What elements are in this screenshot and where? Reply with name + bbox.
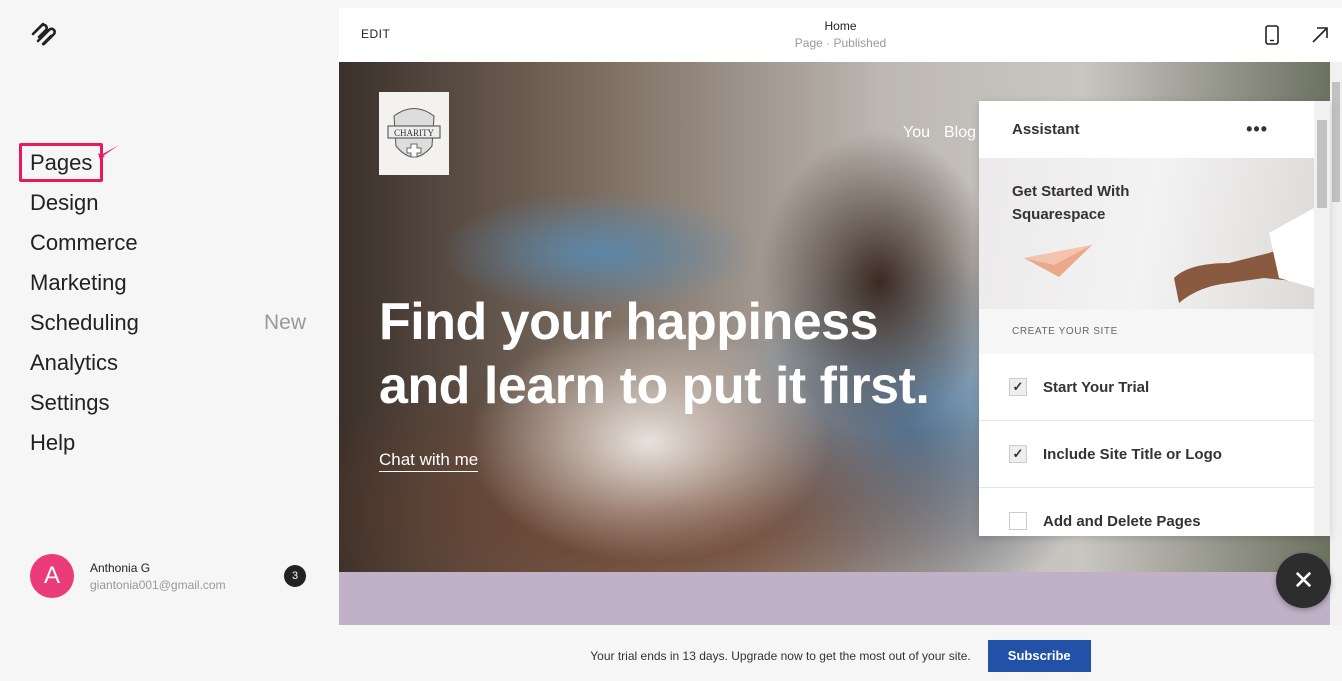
checkbox-unchecked[interactable] — [1009, 512, 1027, 530]
section-label: CREATE YOUR SITE — [979, 309, 1314, 354]
assistant-header: Assistant ••• — [979, 101, 1314, 158]
task-site-title[interactable]: ✓ Include Site Title or Logo — [979, 421, 1314, 488]
headline-line-1: Find your happiness — [379, 293, 879, 351]
checkbox-checked[interactable]: ✓ — [1009, 445, 1027, 463]
next-section — [339, 572, 1330, 625]
hero-headline: Find your happiness and learn to put it … — [379, 290, 930, 418]
nav-label: Scheduling — [30, 310, 139, 335]
sidebar-item-commerce[interactable]: Commerce — [30, 223, 306, 263]
sidebar-item-scheduling[interactable]: Scheduling New — [30, 303, 306, 343]
banner-title: Get Started With Squarespace — [1012, 183, 1130, 223]
get-started-banner[interactable]: Get Started With Squarespace — [979, 158, 1314, 309]
new-badge: New — [263, 311, 306, 334]
task-add-pages[interactable]: Add and Delete Pages — [979, 488, 1314, 536]
subscribe-button[interactable]: Subscribe — [987, 639, 1091, 672]
headline-line-2: and learn to put it first. — [379, 357, 930, 415]
preview-header: EDIT Home Page · Published — [339, 8, 1342, 62]
trial-message: Your trial ends in 13 days. Upgrade now … — [590, 648, 971, 663]
user-account[interactable]: A Anthonia G giantonia001@gmail.com 3 — [30, 554, 306, 598]
sidebar-item-pages[interactable]: Pages — [30, 143, 306, 183]
preview-scrollbar[interactable] — [1330, 62, 1342, 625]
open-external-icon[interactable] — [1311, 26, 1329, 44]
site-nav-blog[interactable]: Blog — [944, 124, 976, 141]
nav-label: Settings — [30, 390, 110, 415]
squarespace-logo-icon[interactable] — [30, 22, 60, 53]
task-start-trial[interactable]: ✓ Start Your Trial — [979, 354, 1314, 421]
sidebar-nav: Pages Design Commerce Marketing Scheduli… — [30, 143, 306, 463]
sidebar-item-settings[interactable]: Settings — [30, 383, 306, 423]
scrollbar-thumb[interactable] — [1332, 82, 1340, 202]
avatar[interactable]: A — [30, 554, 74, 598]
sidebar-item-design[interactable]: Design — [30, 183, 306, 223]
page-title: Home — [824, 19, 857, 33]
user-name: Anthonia G — [90, 560, 151, 575]
svg-text:CHARITY: CHARITY — [394, 128, 434, 138]
nav-label: Pages — [30, 150, 93, 175]
checkbox-checked[interactable]: ✓ — [1009, 378, 1027, 396]
trial-banner: Your trial ends in 13 days. Upgrade now … — [339, 630, 1342, 681]
site-nav: You Blog — [903, 124, 990, 142]
nav-label: Help — [30, 430, 76, 455]
hand-illustration-icon — [1174, 208, 1314, 303]
more-options-icon[interactable]: ••• — [1246, 119, 1268, 140]
scrollbar-thumb[interactable] — [1317, 120, 1327, 208]
charity-crest-icon: CHARITY — [387, 107, 441, 157]
paper-plane-icon — [1024, 245, 1092, 277]
user-email: giantonia001@gmail.com — [90, 577, 226, 592]
nav-label: Marketing — [30, 270, 127, 295]
site-logo[interactable]: CHARITY — [379, 92, 449, 175]
site-nav-you[interactable]: You — [903, 124, 930, 141]
mobile-view-icon[interactable] — [1265, 25, 1279, 45]
nav-label: Design — [30, 190, 99, 215]
chat-with-me-link[interactable]: Chat with me — [379, 450, 479, 472]
page-status: Page · Published — [794, 36, 887, 50]
close-assistant-button[interactable]: ✕ — [1276, 553, 1331, 608]
task-label: Include Site Title or Logo — [1043, 445, 1222, 463]
task-label: Start Your Trial — [1043, 378, 1150, 396]
sidebar-item-marketing[interactable]: Marketing — [30, 263, 306, 303]
notification-badge[interactable]: 3 — [284, 565, 306, 587]
sidebar-item-help[interactable]: Help — [30, 423, 306, 463]
assistant-panel: Assistant ••• Get Started With Squarespa… — [979, 101, 1330, 536]
assistant-scrollbar[interactable] — [1314, 101, 1330, 536]
nav-label: Commerce — [30, 230, 138, 255]
sidebar-item-analytics[interactable]: Analytics — [30, 343, 306, 383]
task-label: Add and Delete Pages — [1043, 512, 1201, 530]
user-info: Anthonia G giantonia001@gmail.com — [90, 561, 284, 592]
assistant-title: Assistant — [1012, 121, 1080, 138]
nav-label: Analytics — [30, 350, 119, 375]
sidebar: Pages Design Commerce Marketing Scheduli… — [0, 0, 330, 630]
